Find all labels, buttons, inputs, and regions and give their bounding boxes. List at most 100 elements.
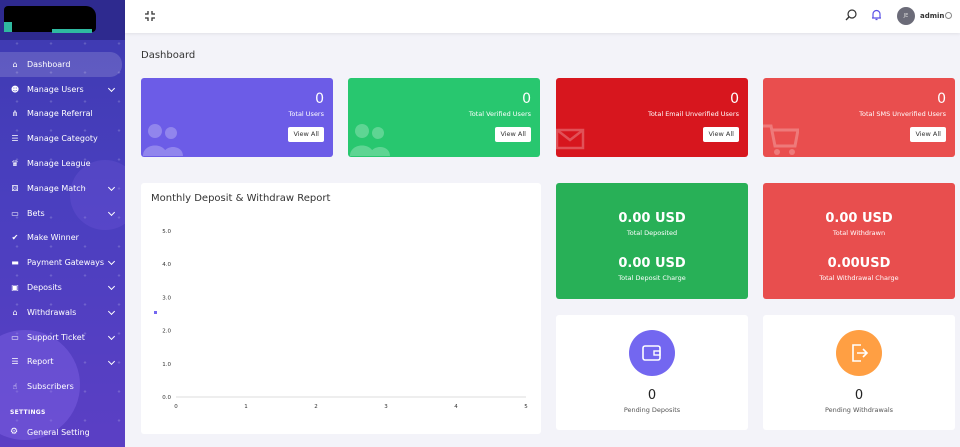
x-tick-label: 3 [384,404,388,410]
users-icon [348,122,392,157]
chart-panel: Monthly Deposit & Withdraw Report 0.0 1.0… [141,183,541,434]
amount-value: 0.00USD [827,256,891,271]
stat-value: 0 [315,91,324,107]
sidebar-item-dashboard[interactable]: ⌂ Dashboard [0,52,122,77]
stat-card: 0 Total Verified Users View All [348,78,540,157]
pending-count: 0 [647,388,657,403]
chevron-down-icon [107,208,116,216]
sidebar-item-label: Manage Categoty [27,134,98,144]
sidebar-menu: ⌂ Dashboard ☻ Manage Users ⋔ Manage Referral ☰… [0,52,125,399]
amount-label: Total Deposited [626,229,678,237]
view-all-button[interactable]: View All [703,127,739,142]
sidebar-item-payment-gateways[interactable]: ▬ Payment Gateways [0,250,125,275]
sidebar-item-manage-users[interactable]: ☻ Manage Users [0,77,125,102]
sitemap-icon: ⋔ [11,109,19,119]
x-tick-label: 2 [314,404,318,410]
sidebar-item-label: Report [27,357,54,367]
y-tick-label: 3.0 [162,295,171,301]
list-icon: ☰ [11,134,19,144]
stat-label: Total Email Unverified Users [647,110,739,118]
pending-label: Pending Deposits [623,406,681,414]
logo-area[interactable] [0,0,125,40]
sidebar-item-report[interactable]: ☰ Report [0,350,125,375]
thumbs-up-icon: ☝ [12,382,18,392]
stat-card: 0 Total Users View All [141,78,333,157]
pending-card: 0 Pending Deposits [556,315,748,430]
sidebar-item-manage-match[interactable]: ⚄ Manage Match [0,176,125,201]
topbar: JE admin [125,0,960,33]
y-tick-label: 2.0 [162,329,171,335]
sidebar-item-deposits[interactable]: ▣ Deposits [0,275,125,300]
stat-card: 0 Total Email Unverified Users View All [556,78,748,157]
chevron-down-icon [107,307,116,316]
sidebar-item-make-winner[interactable]: ✔ Make Winner [0,226,125,251]
stat-label: Total SMS Unverified Users [859,110,946,118]
stat-label: Total Users [288,110,324,118]
x-tick-label: 0 [174,404,178,410]
bell-icon[interactable] [871,9,882,21]
sidebar-item-support-ticket[interactable]: ▭ Support Ticket [0,325,125,350]
deposit-withdraw-chart: 0.0 1.0 2.0 3.0 4.0 5.0 0 1 2 3 4 5 [154,229,528,410]
sidebar-item-label: Payment Gateways [27,258,105,268]
logo-underline [52,29,92,33]
users-icon: ☻ [10,84,20,94]
amount-value: 0.00 USD [618,256,686,271]
sidebar: ⌂ Dashboard ☻ Manage Users ⋔ Manage Referral ☰… [0,0,125,447]
pending-card: 0 Pending Withdrawals [763,315,955,430]
sidebar-item-label: General Setting [27,427,90,437]
view-all-button[interactable]: View All [288,127,324,142]
avatar[interactable]: JE [897,7,915,25]
chevron-down-icon[interactable] [945,12,952,19]
home-icon: ⌂ [12,59,18,69]
stat-value: 0 [730,91,739,107]
sidebar-item-bets[interactable]: ▭ Bets [0,201,125,226]
amount-value: 0.00 USD [618,211,686,226]
cog-icon: ⚙ [10,427,19,437]
logo-accent [4,22,12,32]
stat-card: 0 Total SMS Unverified Users View All [763,78,955,157]
wallet-icon [629,330,675,376]
x-tick-label: 5 [524,404,528,410]
sidebar-item-label: Manage Referral [27,109,93,119]
amount-card: 0.00 USD Total Withdrawn 0.00USD Total With… [763,183,955,299]
search-icon[interactable] [845,9,857,21]
view-all-button[interactable]: View All [495,127,531,142]
view-all-button[interactable]: View All [910,127,946,142]
sidebar-item-manage-referral[interactable]: ⋔ Manage Referral [0,102,125,127]
amount-value: 0.00 USD [825,211,893,226]
chevron-down-icon [107,283,116,291]
settings-heading: SETTINGS [10,409,46,416]
y-tick-label: 5.0 [162,229,171,235]
sidebar-item-label: Make Winner [27,233,79,243]
cart-icon [763,122,800,157]
pending-label: Pending Withdrawals [824,406,894,414]
sidebar-item-label: Manage Users [27,84,84,94]
sidebar-item-label: Deposits [27,283,62,293]
sign-out-icon [836,330,882,376]
legend-marker [154,311,157,314]
chevron-down-icon [107,84,116,92]
stat-value: 0 [522,91,531,107]
y-tick-label: 1.0 [162,362,171,368]
user-name[interactable]: admin [920,12,944,20]
amount-label: Total Withdrawn [832,229,886,237]
sidebar-item-withdrawals[interactable]: ⌂ Withdrawals [0,300,125,325]
ticket-icon: ▭ [11,332,19,342]
amount-label: Total Withdrawal Charge [819,274,899,282]
chevron-down-icon [107,332,116,340]
envelope-icon [556,122,586,156]
sidebar-item-label: Withdrawals [27,307,77,317]
stat-label: Total Verified Users [468,110,531,118]
sidebar-item-manage-categoty[interactable]: ☰ Manage Categoty [0,126,125,151]
sidebar-item-manage-league[interactable]: ♛ Manage League [0,151,125,176]
user-check-icon: ✔ [11,233,19,243]
sidebar-item-subscribers[interactable]: ☝ Subscribers [0,374,125,399]
bank-icon: ⌂ [12,307,18,317]
sidebar-item-label: Dashboard [27,59,71,69]
sidebar-item-general-setting[interactable]: ⚙ General Setting [10,427,90,437]
wallet-icon: ▣ [11,283,19,293]
sidebar-item-label: Subscribers [27,382,74,392]
collapse-icon[interactable] [144,10,156,22]
stat-value: 0 [937,91,946,107]
y-tick-label: 0.0 [162,395,171,401]
